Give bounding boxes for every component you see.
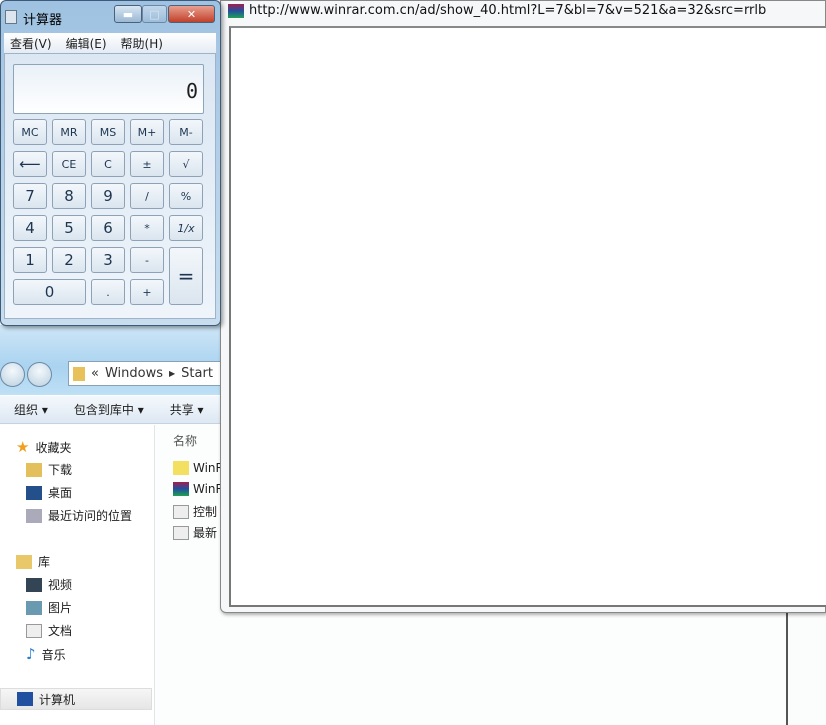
winrar-ad-window: http://www.winrar.com.cn/ad/show_40.html… [220, 0, 826, 613]
window-title: 计算器 [23, 13, 63, 28]
maximize-button: □ [142, 5, 167, 23]
desktop-icon [26, 485, 42, 500]
nav-documents[interactable]: 文档 [26, 622, 72, 639]
key-8[interactable]: 8 [52, 183, 86, 209]
file-item[interactable]: 最新 [173, 524, 217, 541]
back-button[interactable] [0, 362, 25, 387]
computer-icon [17, 692, 33, 706]
key-1[interactable]: 1 [13, 247, 47, 273]
address-overflow[interactable]: « [91, 366, 99, 381]
key-c[interactable]: C [91, 151, 125, 177]
key-reciprocal[interactable]: 1/x [169, 215, 203, 241]
navigation-pane: ★ 收藏夹 下载 桌面 最近访问的位置 库 视频 图片 文档 ♪ 音乐 计算机 [0, 425, 155, 725]
shortcut-icon [173, 525, 189, 540]
ad-url-title: http://www.winrar.com.cn/ad/show_40.html… [249, 3, 767, 18]
chevron-right-icon[interactable]: ▶ [169, 369, 175, 378]
calculator-icon [5, 10, 17, 24]
key-2[interactable]: 2 [52, 247, 86, 273]
share-menu[interactable]: 共享 ▾ [170, 401, 204, 418]
menu-bar: 查看(V) 编辑(E) 帮助(H) [4, 33, 216, 53]
key-percent[interactable]: % [169, 183, 203, 209]
calculator-display: 0 [13, 64, 204, 114]
winrar-icon [228, 4, 244, 18]
key-0[interactable]: 0 [13, 279, 86, 305]
downloads-icon [26, 462, 42, 477]
key-m-plus[interactable]: M+ [130, 119, 164, 145]
menu-edit[interactable]: 编辑(E) [66, 35, 107, 52]
nav-desktop[interactable]: 桌面 [26, 484, 72, 501]
winrar-icon [173, 482, 189, 496]
file-item[interactable]: 控制 [173, 503, 217, 520]
nav-pictures[interactable]: 图片 [26, 599, 72, 616]
close-button[interactable]: ✕ [168, 5, 215, 23]
key-equals[interactable]: = [169, 247, 203, 305]
key-ms[interactable]: MS [91, 119, 125, 145]
ad-content-frame[interactable] [229, 26, 826, 607]
nav-libraries[interactable]: 库 [16, 553, 50, 570]
minimize-button[interactable]: ▬ [114, 5, 142, 23]
key-6[interactable]: 6 [91, 215, 125, 241]
key-decimal[interactable]: . [91, 279, 125, 305]
document-icon [26, 623, 42, 638]
key-divide[interactable]: / [130, 183, 164, 209]
nav-recent[interactable]: 最近访问的位置 [26, 507, 132, 524]
key-mr[interactable]: MR [52, 119, 86, 145]
key-plus-minus[interactable]: ± [130, 151, 164, 177]
address-bar[interactable]: « Windows ▶ Start [68, 361, 228, 386]
star-icon: ★ [16, 438, 30, 456]
key-mc[interactable]: MC [13, 119, 47, 145]
nav-music[interactable]: ♪ 音乐 [26, 645, 66, 663]
key-sqrt[interactable]: √ [169, 151, 203, 177]
help-shortcut-icon [173, 461, 189, 475]
nav-videos[interactable]: 视频 [26, 576, 72, 593]
menu-help[interactable]: 帮助(H) [121, 35, 163, 52]
video-icon [26, 577, 42, 592]
key-5[interactable]: 5 [52, 215, 86, 241]
key-subtract[interactable]: - [130, 247, 164, 273]
music-icon: ♪ [26, 645, 36, 663]
menu-view[interactable]: 查看(V) [10, 35, 52, 52]
include-in-library-menu[interactable]: 包含到库中 ▾ [74, 401, 144, 418]
calculator-window: 计算器 ▬ □ ✕ 查看(V) 编辑(E) 帮助(H) 0 MC MR MS M… [0, 0, 221, 326]
column-header-name[interactable]: 名称 [173, 432, 197, 449]
key-add[interactable]: + [130, 279, 164, 305]
nav-favorites[interactable]: ★ 收藏夹 [16, 438, 71, 456]
shortcut-icon [173, 504, 189, 519]
key-backspace[interactable]: ⟵ [13, 151, 47, 177]
forward-button[interactable] [27, 362, 52, 387]
key-m-minus[interactable]: M- [169, 119, 203, 145]
key-multiply[interactable]: * [130, 215, 164, 241]
key-9[interactable]: 9 [91, 183, 125, 209]
key-3[interactable]: 3 [91, 247, 125, 273]
recent-places-icon [26, 508, 42, 523]
breadcrumb-start[interactable]: Start [181, 366, 213, 381]
library-icon [16, 554, 32, 569]
key-ce[interactable]: CE [52, 151, 86, 177]
nav-downloads[interactable]: 下载 [26, 461, 72, 478]
breadcrumb-windows[interactable]: Windows [105, 366, 163, 381]
key-4[interactable]: 4 [13, 215, 47, 241]
folder-icon [73, 366, 85, 381]
organize-menu[interactable]: 组织 ▾ [14, 401, 48, 418]
nav-computer[interactable]: 计算机 [0, 688, 152, 710]
pictures-icon [26, 600, 42, 615]
key-7[interactable]: 7 [13, 183, 47, 209]
